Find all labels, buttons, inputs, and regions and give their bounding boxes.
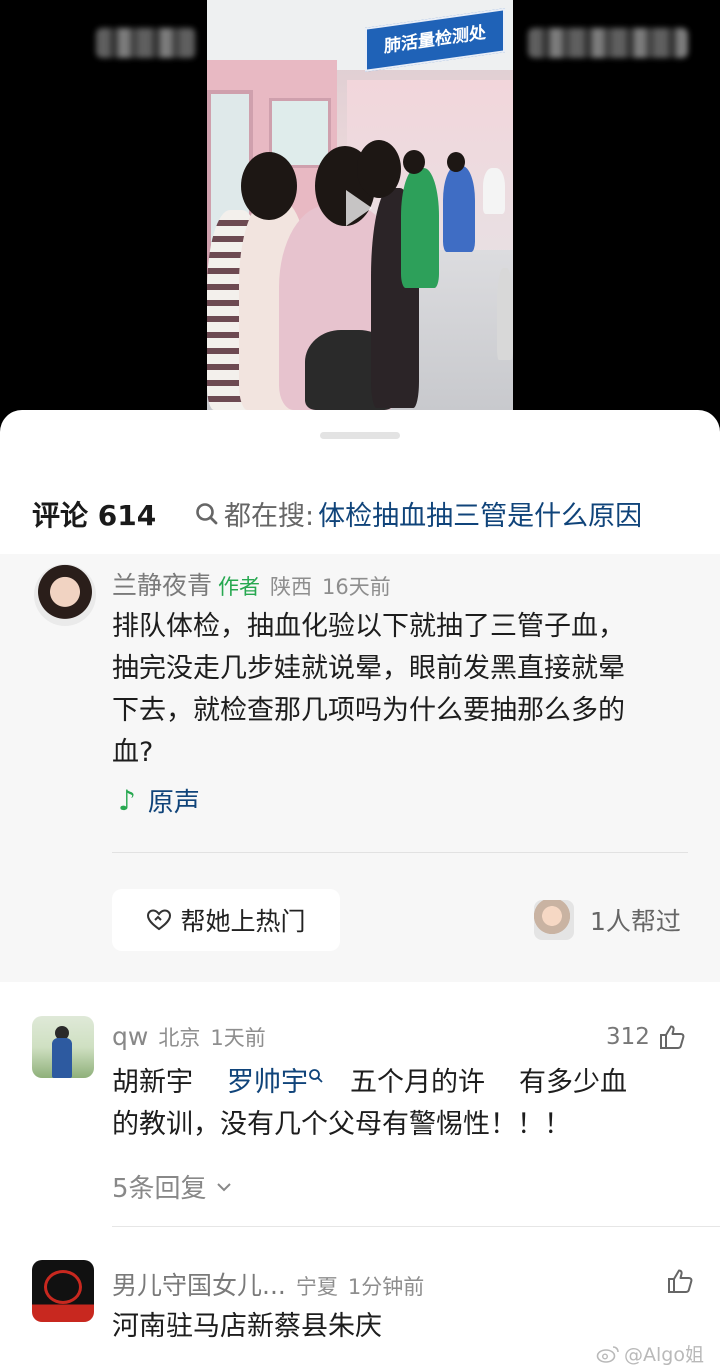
comment-text: 胡新宇 罗帅宇 五个月的许 有多少血 的教训，没有几个父母有警惕性！！！ — [112, 1067, 627, 1140]
blurred-label-right — [528, 28, 688, 58]
drag-handle[interactable] — [320, 432, 400, 439]
author-name[interactable]: 兰静夜青 — [112, 571, 212, 600]
chevron-down-icon — [216, 1182, 231, 1191]
heart-boost-icon — [147, 909, 172, 931]
mention-link[interactable]: 罗帅宇 — [227, 1067, 324, 1098]
avatar[interactable] — [32, 1260, 94, 1322]
comment-location: 宁夏 — [295, 1275, 338, 1299]
watermark: @Algo姐 — [596, 1340, 704, 1367]
commenter-name[interactable]: qw — [112, 1022, 148, 1051]
search-small-icon — [309, 1069, 323, 1083]
comment-location: 北京 — [158, 1026, 201, 1050]
author-comment: 兰静夜青 作者 陕西 16天前 排队体检，抽血化验以下就抽了三管子血， 抽完没走几步娃… — [0, 554, 720, 982]
divider — [112, 1226, 720, 1227]
music-note-icon: ♪ — [118, 784, 136, 817]
like-button[interactable]: 312 — [606, 1024, 686, 1050]
weibo-icon — [596, 1345, 619, 1363]
author-tag: 作者 — [218, 575, 261, 599]
helper-avatar — [534, 900, 574, 940]
comment-location: 陕西 — [270, 575, 313, 599]
sound-label: 原声 — [147, 788, 200, 818]
view-replies[interactable]: 5条回复 — [112, 1168, 235, 1205]
divider — [112, 852, 688, 853]
like-count: 312 — [606, 1024, 650, 1050]
search-prefix: 都在搜: — [224, 501, 315, 532]
avatar[interactable] — [32, 1016, 94, 1078]
boost-button[interactable]: 帮她上热门 — [112, 889, 340, 951]
avatar[interactable] — [34, 564, 96, 626]
play-icon[interactable] — [330, 182, 382, 234]
comment-sheet: 评论 614 都在搜: 体检抽血抽三管是什么原因 兰静夜青 作者 陕西 16天前 排队… — [0, 410, 720, 1372]
commenter-name[interactable]: 男儿守国女儿... — [112, 1271, 286, 1300]
comment-time: 16天前 — [322, 575, 391, 599]
search-query[interactable]: 体检抽血抽三管是什么原因 — [318, 494, 642, 533]
comment-count: 评论 614 — [32, 499, 157, 532]
blurred-label-left — [96, 28, 196, 58]
search-suggestion[interactable]: 都在搜: 体检抽血抽三管是什么原因 — [194, 494, 642, 533]
like-button[interactable] — [658, 1268, 694, 1294]
search-icon — [196, 502, 218, 524]
comment-time: 1天前 — [210, 1026, 266, 1050]
thumbs-up-icon — [668, 1269, 693, 1293]
replies-label: 5条回复 — [112, 1174, 207, 1204]
video-player[interactable]: 肺活量检测处 — [0, 0, 720, 430]
helped-count[interactable]: 1人帮过 — [534, 900, 681, 940]
comment-time: 1分钟前 — [347, 1275, 425, 1299]
comments-header: 评论 614 都在搜: 体检抽血抽三管是什么原因 — [0, 482, 720, 542]
helped-label: 1人帮过 — [590, 907, 681, 936]
thumbs-up-icon — [659, 1025, 685, 1049]
comment-text: 排队体检，抽血化验以下就抽了三管子血， 抽完没走几步娃就说晕，眼前发黑直接就晕 … — [112, 611, 625, 768]
original-sound-link[interactable]: ♪ 原声 — [118, 782, 200, 819]
boost-label: 帮她上热门 — [180, 907, 306, 936]
